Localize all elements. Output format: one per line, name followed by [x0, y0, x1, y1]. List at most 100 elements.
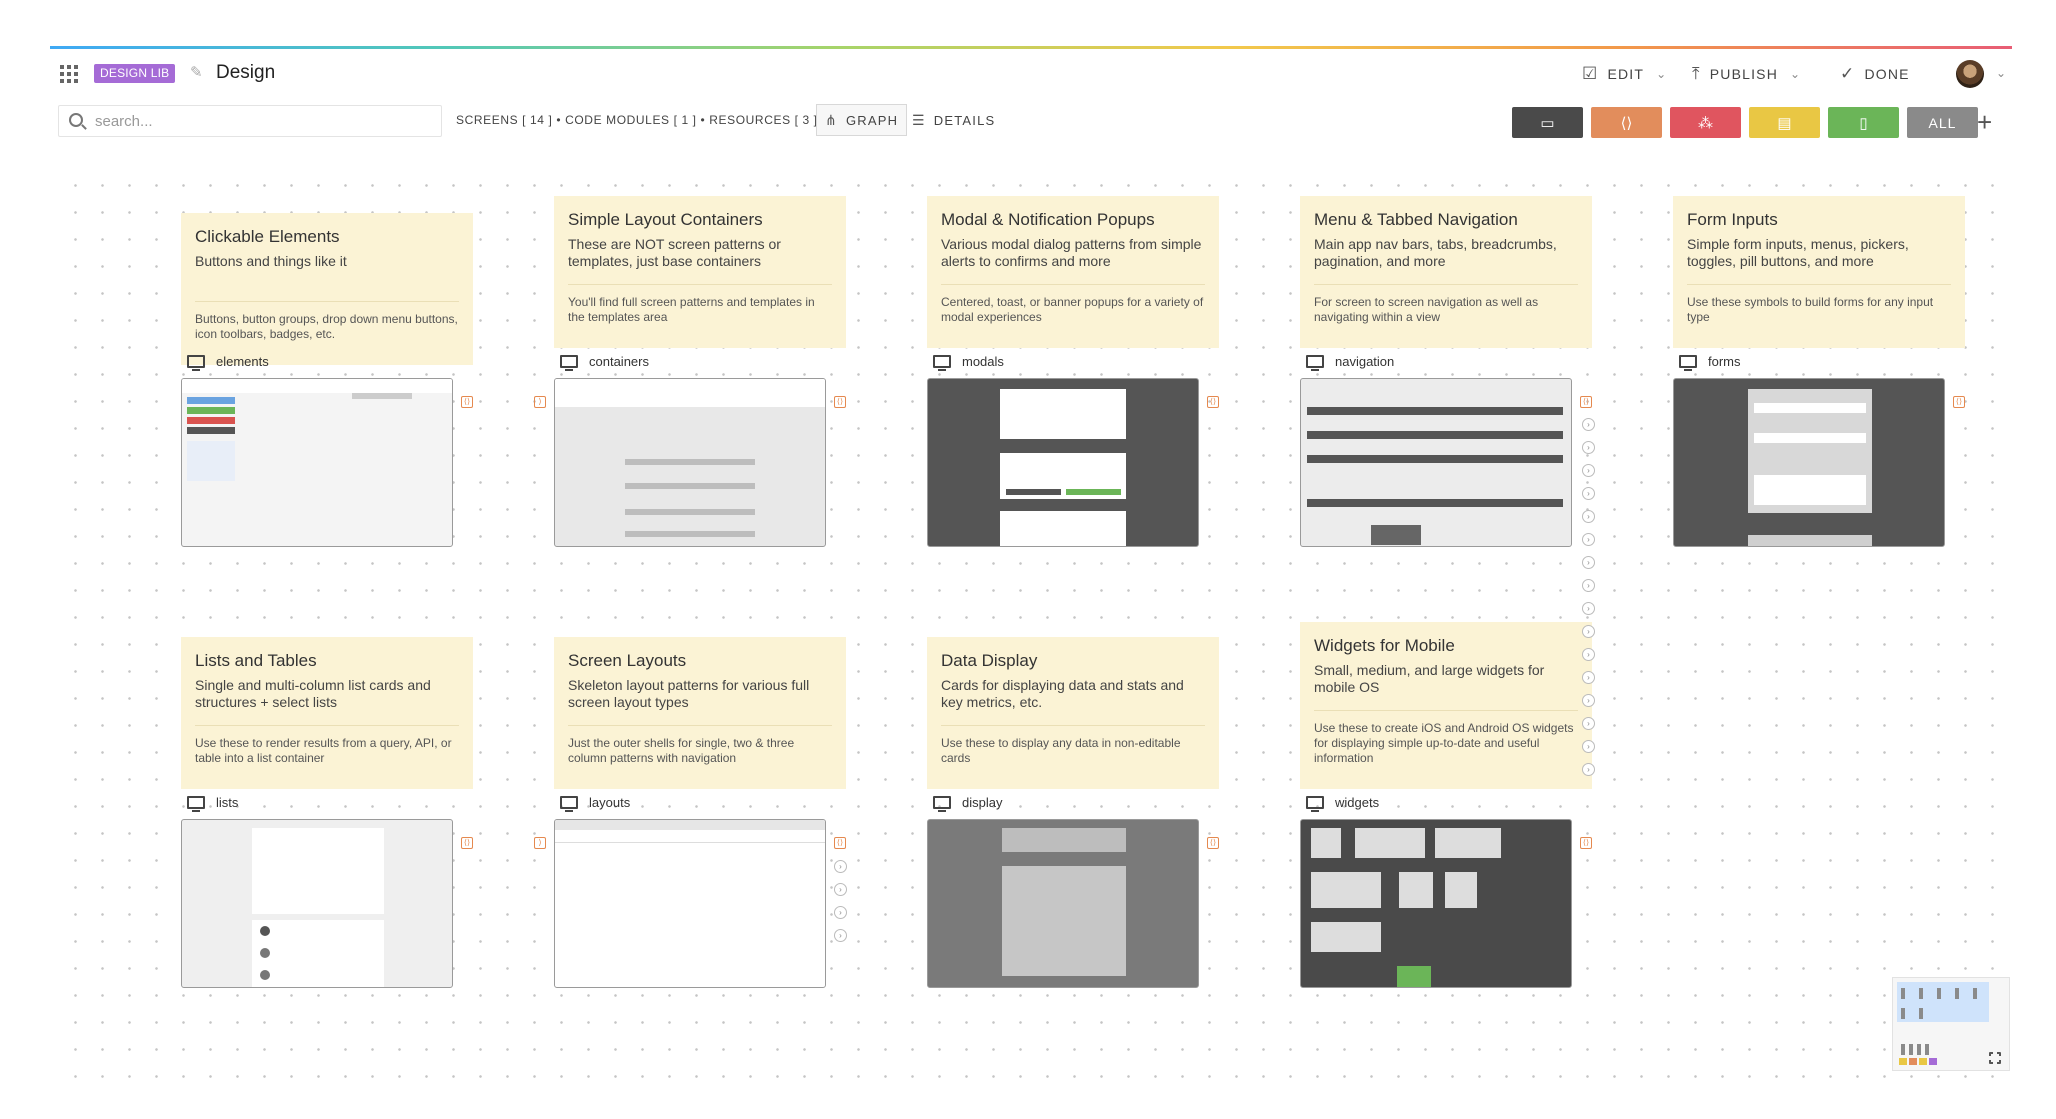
group-note[interactable]: Simple Layout Containers These are NOT s…: [554, 196, 846, 348]
link-arrow-icon[interactable]: ›: [834, 906, 847, 919]
group-note[interactable]: Lists and Tables Single and multi-column…: [181, 637, 473, 789]
add-icon[interactable]: +: [1977, 108, 1992, 136]
apps-grid-icon[interactable]: [60, 65, 78, 83]
graph-label: GRAPH: [845, 112, 899, 128]
code-module-icon[interactable]: ⟨⟩: [834, 396, 846, 408]
screen-thumbnail[interactable]: [927, 378, 1199, 547]
link-arrow-icon[interactable]: ›: [834, 883, 847, 896]
screen-thumbnail[interactable]: [1300, 378, 1572, 547]
filter-notes-button[interactable]: ▤: [1749, 107, 1820, 138]
done-label: DONE: [1864, 66, 1910, 82]
code-module-icon[interactable]: ⟨⟩: [834, 837, 846, 849]
link-arrow-icon[interactable]: ›: [1582, 441, 1595, 454]
screen-thumbnail[interactable]: [181, 378, 453, 547]
group-title: Screen Layouts: [568, 651, 687, 670]
link-arrow-icon[interactable]: ›: [1582, 579, 1595, 592]
filter-code-button[interactable]: ⟨⟩: [1591, 107, 1662, 138]
link-arrow-icon[interactable]: ›: [1582, 648, 1595, 661]
link-arrow-icon[interactable]: ›: [1582, 510, 1595, 523]
code-module-icon[interactable]: ⟨⟩: [1953, 396, 1965, 408]
link-arrow-icon[interactable]: ›: [1582, 625, 1595, 638]
group-note[interactable]: Modal & Notification Popups Various moda…: [927, 196, 1219, 348]
page-title[interactable]: Design: [216, 62, 275, 84]
link-arrow-icon[interactable]: ›: [1582, 487, 1595, 500]
code-module-icon[interactable]: ⟨⟩: [461, 837, 473, 849]
screen-label[interactable]: lists: [187, 795, 238, 812]
screen-thumbnail[interactable]: [1300, 819, 1572, 988]
screen-thumbnail[interactable]: [181, 819, 453, 988]
monitor-icon: [187, 355, 205, 371]
link-arrow-icon[interactable]: ›: [1582, 602, 1595, 615]
screen-label[interactable]: layouts: [560, 795, 630, 812]
monitor-icon: [560, 355, 578, 371]
publish-button[interactable]: ⤒ PUBLISH ⌄: [1692, 62, 1801, 86]
group-note[interactable]: Widgets for Mobile Small, medium, and la…: [1300, 622, 1592, 789]
edit-button[interactable]: ☑ EDIT ⌄: [1582, 62, 1667, 86]
group-note[interactable]: Clickable Elements Buttons and things li…: [181, 213, 473, 365]
link-arrow-icon[interactable]: ›: [1582, 418, 1595, 431]
graph-view-button[interactable]: ⋔ GRAPH: [816, 104, 908, 136]
minimap[interactable]: [1892, 977, 2010, 1071]
code-module-icon[interactable]: ⟩: [534, 396, 546, 408]
search-input[interactable]: [95, 110, 425, 132]
screen-name: containers: [589, 354, 649, 369]
screen-thumbnail[interactable]: [554, 378, 826, 547]
chevron-down-icon: ⌄: [1656, 67, 1668, 81]
code-module-icon[interactable]: ⟩: [534, 837, 546, 849]
group-note[interactable]: Data Display Cards for displaying data a…: [927, 637, 1219, 789]
group-note[interactable]: Form Inputs Simple form inputs, menus, p…: [1673, 196, 1965, 348]
link-arrow-icon[interactable]: ›: [834, 860, 847, 873]
link-arrow-icon[interactable]: ›: [1582, 763, 1595, 776]
screen-label[interactable]: containers: [560, 354, 649, 371]
link-arrow-icon[interactable]: ›: [1582, 464, 1595, 477]
link-arrow-icon[interactable]: ›: [1582, 671, 1595, 684]
app-root: DESIGN LIB ✎ Design ☑ EDIT ⌄ ⤒ PUBLISH ⌄…: [0, 0, 2056, 1119]
brand-gradient-bar: [50, 46, 2012, 49]
monitor-icon: [933, 796, 951, 812]
group-title: Lists and Tables: [195, 651, 317, 670]
chevron-down-icon[interactable]: ⌄: [1996, 66, 2006, 80]
details-view-button[interactable]: ☰ DETAILS: [904, 104, 1003, 136]
screen-label[interactable]: forms: [1679, 354, 1741, 371]
pencil-icon[interactable]: ✎: [190, 64, 208, 82]
code-icon: ⟨⟩: [1620, 114, 1633, 132]
screen-label[interactable]: widgets: [1306, 795, 1379, 812]
library-badge[interactable]: DESIGN LIB: [94, 64, 176, 83]
code-module-icon[interactable]: ⟨⟩: [1207, 396, 1219, 408]
done-button[interactable]: ✓ DONE: [1840, 62, 1910, 86]
group-note[interactable]: Menu & Tabbed Navigation Main app nav ba…: [1300, 196, 1592, 348]
group-title: Menu & Tabbed Navigation: [1314, 210, 1518, 229]
screen-label[interactable]: modals: [933, 354, 1004, 371]
filter-screens-button[interactable]: ▭: [1512, 107, 1583, 138]
filter-all-button[interactable]: ALL: [1907, 107, 1978, 138]
filter-resources-button[interactable]: ⁂: [1670, 107, 1741, 138]
link-arrow-icon[interactable]: ›: [1582, 717, 1595, 730]
group-subtitle: Cards for displaying data and stats and …: [941, 677, 1184, 710]
divider: [195, 725, 459, 726]
code-module-icon[interactable]: ⟨⟩: [1207, 837, 1219, 849]
screen-label[interactable]: display: [933, 795, 1002, 812]
link-arrow-icon[interactable]: ›: [1582, 694, 1595, 707]
search-icon: [69, 113, 83, 127]
code-module-icon[interactable]: ⟨⟩: [1580, 396, 1592, 408]
link-arrow-icon[interactable]: ›: [834, 929, 847, 942]
screen-thumbnail[interactable]: [554, 819, 826, 988]
screen-thumbnail[interactable]: [1673, 378, 1945, 547]
filter-mobile-button[interactable]: ▯: [1828, 107, 1899, 138]
expand-icon[interactable]: [1988, 1051, 2004, 1067]
code-module-icon[interactable]: ⟨⟩: [461, 396, 473, 408]
group-description: Buttons, button groups, drop down menu b…: [195, 312, 458, 341]
monitor-icon: [187, 796, 205, 812]
screen-label[interactable]: elements: [187, 354, 269, 371]
publish-icon: ⤒: [1692, 64, 1701, 83]
screen-label[interactable]: navigation: [1306, 354, 1394, 371]
link-arrow-icon[interactable]: ›: [1582, 533, 1595, 546]
code-module-icon[interactable]: ⟨⟩: [1580, 837, 1592, 849]
screen-thumbnail[interactable]: [927, 819, 1199, 988]
group-description: Use these to display any data in non-edi…: [941, 736, 1181, 765]
avatar[interactable]: [1956, 60, 1984, 88]
group-note[interactable]: Screen Layouts Skeleton layout patterns …: [554, 637, 846, 789]
link-arrow-icon[interactable]: ›: [1582, 556, 1595, 569]
mobile-icon: ▯: [1859, 114, 1868, 132]
link-arrow-icon[interactable]: ›: [1582, 740, 1595, 753]
